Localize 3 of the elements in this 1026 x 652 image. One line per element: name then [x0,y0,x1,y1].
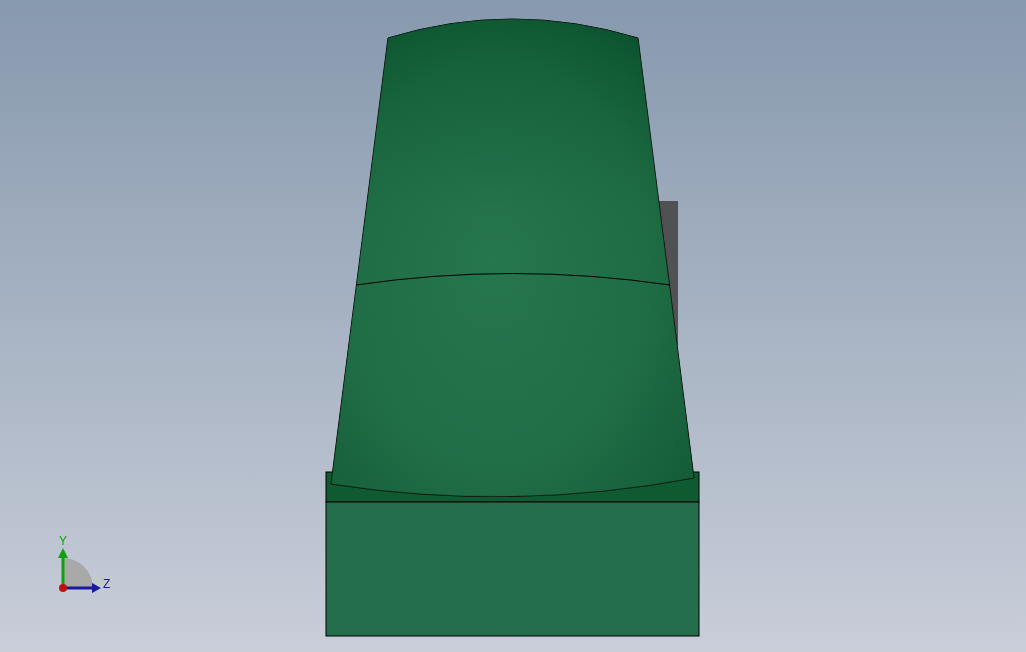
y-axis-label: Y [59,534,67,548]
z-axis-label: Z [103,577,111,591]
axis-triad-icon [58,548,101,593]
